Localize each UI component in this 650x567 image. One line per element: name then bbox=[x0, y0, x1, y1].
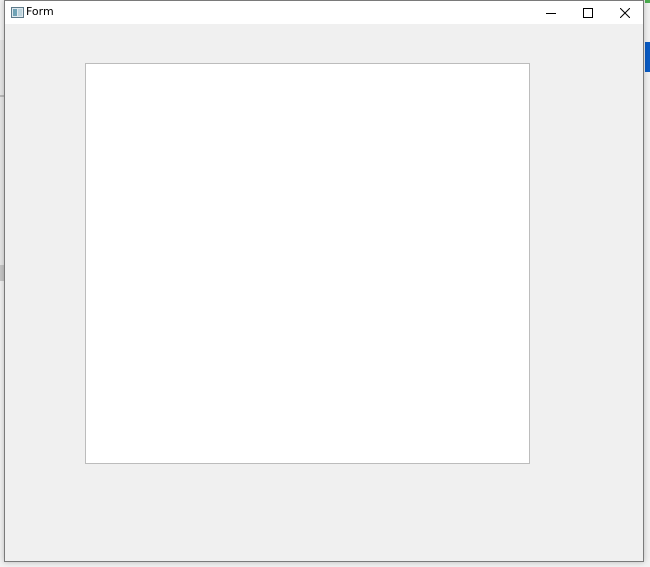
background-window-edge-right-accent bbox=[645, 0, 650, 3]
close-button[interactable] bbox=[606, 1, 643, 24]
window-title: Form bbox=[26, 5, 54, 18]
title-bar[interactable]: Form bbox=[5, 1, 643, 24]
background-window-edge-right bbox=[645, 42, 650, 72]
form-window: Form bbox=[4, 0, 644, 562]
minimize-icon bbox=[545, 12, 556, 14]
maximize-icon bbox=[582, 7, 593, 18]
desktop-background: Form bbox=[0, 0, 650, 567]
qt-form-icon bbox=[11, 7, 24, 18]
minimize-button[interactable] bbox=[532, 1, 569, 24]
close-icon bbox=[619, 7, 630, 18]
maximize-button[interactable] bbox=[569, 1, 606, 24]
drawing-canvas[interactable] bbox=[85, 63, 530, 464]
